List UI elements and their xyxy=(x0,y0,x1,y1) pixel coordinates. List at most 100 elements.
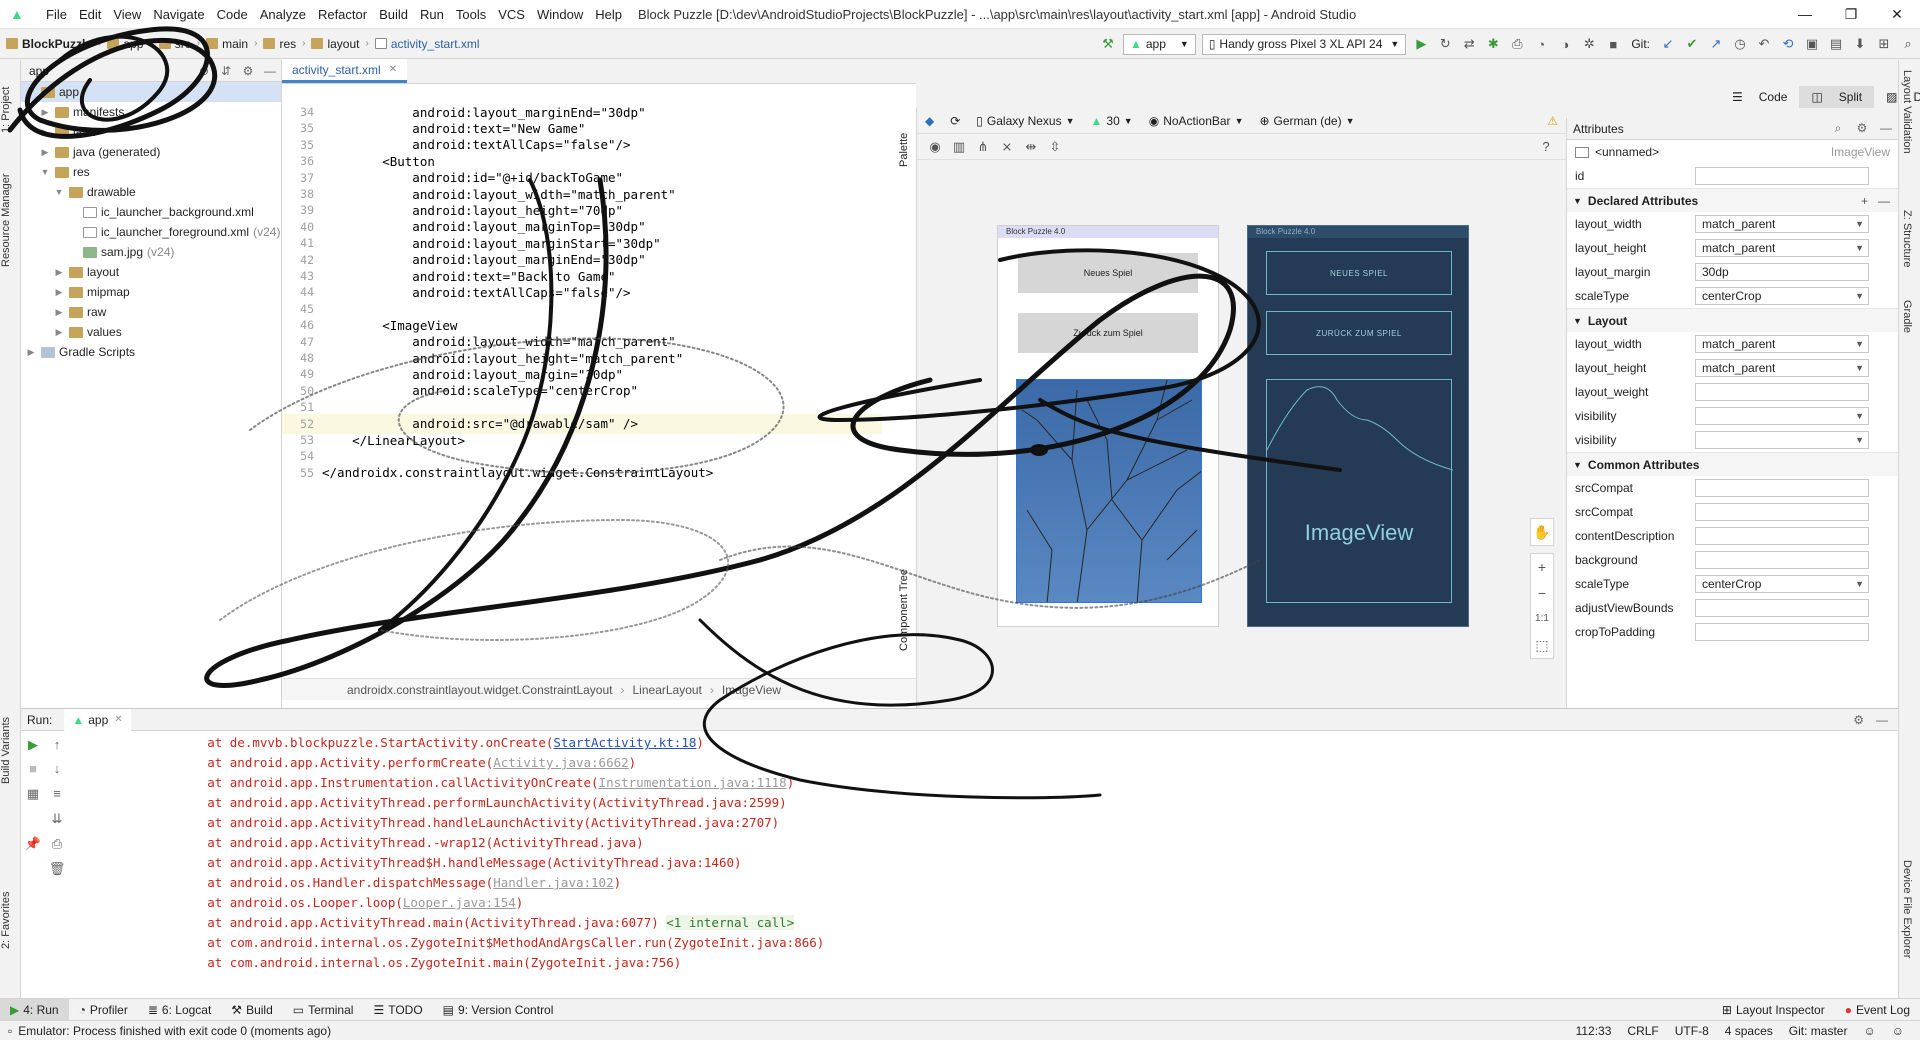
attr-value-input[interactable] xyxy=(1695,479,1869,497)
menu-file[interactable]: File xyxy=(40,7,73,22)
orientation-icon[interactable]: ⟳ xyxy=(942,114,968,128)
tab-terminal[interactable]: ▭ Terminal xyxy=(283,999,364,1021)
tab-version-control[interactable]: ▤ 9: Version Control xyxy=(433,999,564,1021)
attr-value-input[interactable]: 30dp xyxy=(1695,263,1869,281)
attr-value-input[interactable]: ▼ xyxy=(1695,431,1869,449)
file-encoding[interactable]: UTF-8 xyxy=(1667,1024,1717,1038)
attr-value-input[interactable]: match_parent ▼ xyxy=(1695,335,1869,353)
blueprint-preview[interactable]: Block Puzzle 4.0 NEUES SPIEL ZURÜCK ZUM … xyxy=(1247,225,1469,627)
close-window-button[interactable]: ✕ xyxy=(1874,0,1920,29)
common-attributes-header[interactable]: ▼ Common Attributes xyxy=(1567,452,1898,476)
gear-icon[interactable]: ⚙ xyxy=(1853,713,1864,727)
attr-value-input[interactable]: match_parent ▼ xyxy=(1695,215,1869,233)
hide-icon[interactable]: — xyxy=(1876,713,1888,727)
tab-gradle[interactable]: Gradle xyxy=(1901,300,1913,333)
sdk-manager-icon[interactable]: ⬇ xyxy=(1848,36,1872,52)
preview-image-view[interactable] xyxy=(1016,379,1202,603)
pack-icon[interactable]: ⇹ xyxy=(1019,139,1043,155)
breadcrumb-linear-layout[interactable]: LinearLayout xyxy=(633,683,702,697)
chevron-down-icon[interactable]: ▼ xyxy=(1855,336,1864,352)
chevron-down-icon[interactable]: ▼ xyxy=(1855,288,1864,304)
tree-item[interactable]: ▼ drawable xyxy=(21,182,281,202)
code-view-button[interactable]: ☰ Code xyxy=(1720,86,1799,108)
layers-icon[interactable]: ◆ xyxy=(917,114,942,128)
breadcrumb-project[interactable]: BlockPuzzle xyxy=(0,37,98,51)
tree-item[interactable]: ▼ app xyxy=(21,82,281,102)
line-separator[interactable]: CRLF xyxy=(1619,1024,1666,1038)
attr-value-input[interactable] xyxy=(1695,599,1869,617)
menu-code[interactable]: Code xyxy=(211,7,254,22)
git-commit-icon[interactable]: ✔ xyxy=(1680,36,1704,52)
breadcrumb-image-view[interactable]: ImageView xyxy=(722,683,781,697)
menu-view[interactable]: View xyxy=(107,7,147,22)
chevron-down-icon[interactable]: ▼ xyxy=(1855,408,1864,424)
layout-inspector-icon[interactable]: ⊞ xyxy=(1872,36,1896,52)
scroll-up-icon[interactable]: ↑ xyxy=(45,737,69,752)
layout-icon[interactable]: ▦ xyxy=(21,786,45,802)
zoom-reset-button[interactable]: 1:1 xyxy=(1531,606,1553,632)
print-icon[interactable]: ⎙ xyxy=(45,836,69,852)
tree-item[interactable]: ▶ raw xyxy=(21,302,281,322)
zoom-in-icon[interactable]: + xyxy=(1531,554,1553,580)
tab-project[interactable]: 1: Project xyxy=(0,70,21,150)
attr-value-input[interactable] xyxy=(1695,383,1869,401)
design-preview[interactable]: Block Puzzle 4.0 Neues Spiel Zurück zum … xyxy=(997,225,1219,627)
tree-item[interactable]: ▶ java (generated) xyxy=(21,142,281,162)
tab-layout-validation[interactable]: Layout Validation xyxy=(1901,70,1913,154)
breadcrumb-app[interactable]: app xyxy=(101,37,149,51)
hand-icon[interactable]: ✋ xyxy=(1531,519,1553,545)
attach-debugger-icon[interactable]: ⎙ xyxy=(1505,36,1529,52)
stop-icon[interactable]: ■ xyxy=(21,761,45,776)
tab-run[interactable]: ▶ 4: Run xyxy=(0,998,69,1021)
status-message[interactable]: Emulator: Process finished with exit cod… xyxy=(18,1024,331,1038)
close-icon[interactable]: ✕ xyxy=(114,714,122,725)
align-icon[interactable]: ⇳ xyxy=(1043,139,1067,155)
clear-constraints-icon[interactable]: ⨯ xyxy=(995,139,1019,155)
scroll-down-icon[interactable]: ↓ xyxy=(45,761,69,776)
tree-item[interactable]: ▶ manifests xyxy=(21,102,281,122)
breadcrumb-constraint-layout[interactable]: androidx.constraintlayout.widget.Constra… xyxy=(347,683,613,697)
blueprint-image-view[interactable]: ImageView xyxy=(1266,379,1453,603)
tab-favorites[interactable]: 2: Favorites xyxy=(0,880,21,960)
tab-device-file-explorer[interactable]: Device File Explorer xyxy=(1901,860,1913,958)
attr-value-input[interactable]: match_parent ▼ xyxy=(1695,359,1869,377)
tab-resource-manager[interactable]: Resource Manager xyxy=(0,160,21,280)
trash-icon[interactable]: 🗑 xyxy=(45,861,69,877)
attr-value-input[interactable]: ▼ xyxy=(1695,407,1869,425)
tab-build-variants[interactable]: Build Variants xyxy=(0,700,21,800)
run-tab-app[interactable]: ▲ app ✕ xyxy=(64,708,131,731)
memory-icon[interactable]: ☺ xyxy=(1884,1024,1912,1038)
eye-icon[interactable]: ◉ xyxy=(923,139,947,155)
design-view-button[interactable]: ▨ Design xyxy=(1874,86,1920,108)
project-view-label[interactable]: app xyxy=(29,64,49,78)
device-select[interactable]: ▯ Galaxy Nexus ▼ xyxy=(968,114,1082,128)
attr-value-input[interactable]: centerCrop ▼ xyxy=(1695,575,1869,593)
split-view-button[interactable]: ◫ Split xyxy=(1799,86,1875,108)
tree-item[interactable]: ▶ java xyxy=(21,122,281,142)
chevron-down-icon[interactable]: ▼ xyxy=(1855,216,1864,232)
zoom-out-icon[interactable]: − xyxy=(1531,580,1553,606)
menu-edit[interactable]: Edit xyxy=(73,7,107,22)
attr-value-input[interactable] xyxy=(1695,551,1869,569)
tree-item[interactable]: ic_launcher_background.xml xyxy=(21,202,281,222)
minimize-button[interactable]: — xyxy=(1782,0,1828,29)
preview-new-game-button[interactable]: Neues Spiel xyxy=(1018,253,1198,293)
attr-value-input[interactable]: match_parent ▼ xyxy=(1695,239,1869,257)
zoom-fit-icon[interactable]: ⬚ xyxy=(1531,632,1553,658)
declared-attributes-header[interactable]: ▼ Declared Attributes + — xyxy=(1567,188,1898,212)
breadcrumb-res[interactable]: res xyxy=(257,37,302,51)
theme-select[interactable]: ◉ NoActionBar ▼ xyxy=(1141,114,1252,128)
smiley-icon[interactable]: ☺ xyxy=(1855,1024,1883,1038)
tree-item[interactable]: ▼ res xyxy=(21,162,281,182)
menu-help[interactable]: Help xyxy=(589,7,628,22)
breadcrumb-file[interactable]: activity_start.xml xyxy=(369,37,486,51)
breadcrumb-src[interactable]: src xyxy=(153,37,197,51)
warning-icon[interactable]: ⚠ xyxy=(1539,114,1566,128)
run-console[interactable]: at de.mvvb.blockpuzzle.StartActivity.onC… xyxy=(147,733,824,973)
search-icon[interactable]: ⌕ xyxy=(1826,121,1850,136)
chevron-down-icon[interactable]: ▼ xyxy=(1855,240,1864,256)
pin-icon[interactable]: 📌 xyxy=(21,836,45,852)
debug-icon[interactable]: ✱ xyxy=(1481,36,1505,52)
layout-header[interactable]: ▼ Layout xyxy=(1567,308,1898,332)
attr-value-input[interactable] xyxy=(1695,527,1869,545)
